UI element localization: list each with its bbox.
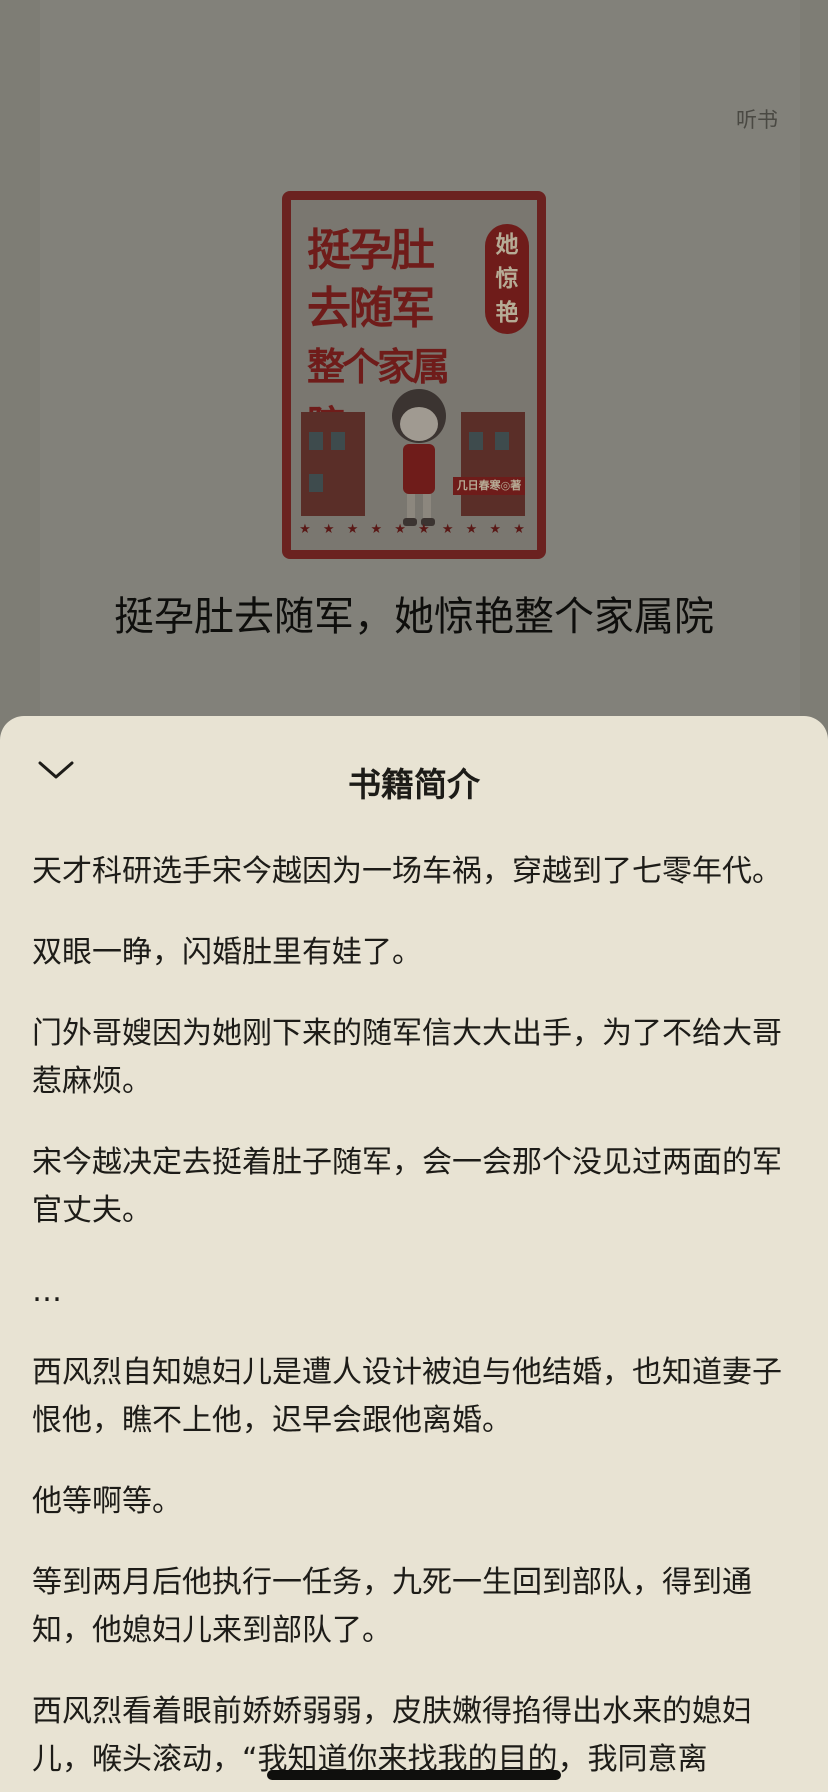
cover-star-row: ★ ★ ★ ★ ★ ★ ★ ★ ★ ★ bbox=[299, 522, 529, 537]
home-indicator[interactable] bbox=[267, 1770, 561, 1780]
intro-paragraph: 宋今越决定去挺着肚子随军，会一会那个没见过两面的军官丈夫。 bbox=[32, 1145, 782, 1228]
building-window bbox=[331, 432, 345, 450]
intro-paragraph: … bbox=[32, 1274, 62, 1309]
building-window bbox=[309, 474, 323, 492]
listen-book-button[interactable]: 听书 bbox=[736, 104, 778, 134]
cover-title-line: 挺孕肚 bbox=[307, 225, 435, 276]
book-intro-sheet: 书籍简介 天才科研选手宋今越因为一场车祸，穿越到了七零年代。 双眼一睁，闪婚肚里… bbox=[0, 716, 828, 1792]
building-window bbox=[309, 432, 323, 450]
cover-seal-char: 她 bbox=[495, 231, 519, 258]
cover-seal-char: 惊 bbox=[495, 265, 519, 292]
cover-building-left bbox=[301, 412, 365, 516]
cover-artwork: 挺孕肚 去随军 整个家属院 她 惊 艳 几日春寒◎著 ★ ★ ★ bbox=[291, 200, 537, 550]
intro-paragraph: 等到两月后他执行一任务，九死一生回到部队，得到通知，他媳妇儿来到部队了。 bbox=[32, 1565, 752, 1648]
cover-seal: 她 惊 艳 bbox=[485, 224, 529, 334]
intro-paragraph: 双眼一睁，闪婚肚里有娃了。 bbox=[32, 935, 422, 970]
cover-character-illustration bbox=[392, 389, 446, 526]
building-window bbox=[495, 432, 509, 450]
book-cover[interactable]: 挺孕肚 去随军 整个家属院 她 惊 艳 几日春寒◎著 ★ ★ ★ bbox=[282, 191, 546, 559]
intro-paragraph: 他等啊等。 bbox=[32, 1484, 182, 1519]
book-title: 挺孕肚去随军，她惊艳整个家属院 bbox=[114, 594, 714, 640]
sheet-title: 书籍简介 bbox=[348, 765, 480, 804]
cover-title-line: 去随军 bbox=[307, 283, 435, 334]
building-window bbox=[469, 432, 483, 450]
book-intro-text: 天才科研选手宋今越因为一场车祸，穿越到了七零年代。 双眼一睁，闪婚肚里有娃了。 … bbox=[32, 848, 792, 1792]
intro-paragraph: 天才科研选手宋今越因为一场车祸，穿越到了七零年代。 bbox=[32, 854, 782, 889]
cover-seal-char: 艳 bbox=[495, 299, 519, 326]
intro-paragraph: 西风烈自知媳妇儿是遭人设计被迫与他结婚，也知道妻子恨他，瞧不上他，迟早会跟他离婚… bbox=[32, 1355, 782, 1438]
cover-author-tag: 几日春寒◎著 bbox=[453, 477, 525, 495]
intro-paragraph: 门外哥嫂因为她刚下来的随军信大大出手，为了不给大哥惹麻烦。 bbox=[32, 1016, 782, 1099]
cover-building-right bbox=[461, 412, 525, 516]
